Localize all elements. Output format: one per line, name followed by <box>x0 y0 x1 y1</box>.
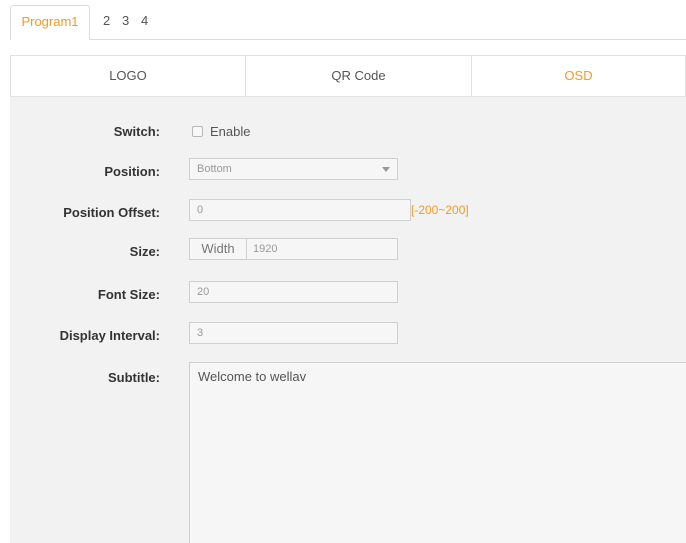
position-offset-label: Position Offset: <box>63 205 160 220</box>
chevron-down-icon <box>382 167 390 172</box>
font-size-label: Font Size: <box>97 287 160 302</box>
tab-program-4[interactable]: 4 <box>141 5 148 39</box>
switch-label: Switch: <box>113 124 160 139</box>
sub-tab-bar: LOGO QR Code OSD <box>10 55 686 97</box>
tab-qr-code[interactable]: QR Code <box>245 56 471 96</box>
width-addon: Width <box>190 239 247 259</box>
tab-program1[interactable]: Program1 <box>10 5 90 40</box>
tab-program-2[interactable]: 2 <box>103 5 110 39</box>
position-offset-input[interactable]: 0 <box>189 199 411 221</box>
subtitle-label: Subtitle: <box>108 370 160 385</box>
position-offset-range: [-200~200] <box>411 203 469 217</box>
size-width-value: 1920 <box>253 243 278 255</box>
enable-checkbox[interactable] <box>192 126 203 137</box>
tab-program-3[interactable]: 3 <box>122 5 129 39</box>
size-width-input[interactable]: Width 1920 <box>189 238 398 260</box>
enable-checkbox-label[interactable]: Enable <box>210 124 250 139</box>
size-label: Size: <box>129 244 160 259</box>
font-size-input[interactable]: 20 <box>189 281 398 303</box>
position-select-value: Bottom <box>197 163 232 175</box>
program-tab-bar: Program1 2 3 4 <box>10 5 686 40</box>
position-label: Position: <box>104 164 160 179</box>
display-interval-label: Display Interval: <box>59 328 160 343</box>
subtitle-textarea[interactable]: Welcome to wellav <box>189 362 686 543</box>
position-select[interactable]: Bottom <box>189 158 398 180</box>
display-interval-input[interactable]: 3 <box>189 322 398 344</box>
tab-osd[interactable]: OSD <box>471 56 685 96</box>
tab-logo[interactable]: LOGO <box>11 56 245 96</box>
